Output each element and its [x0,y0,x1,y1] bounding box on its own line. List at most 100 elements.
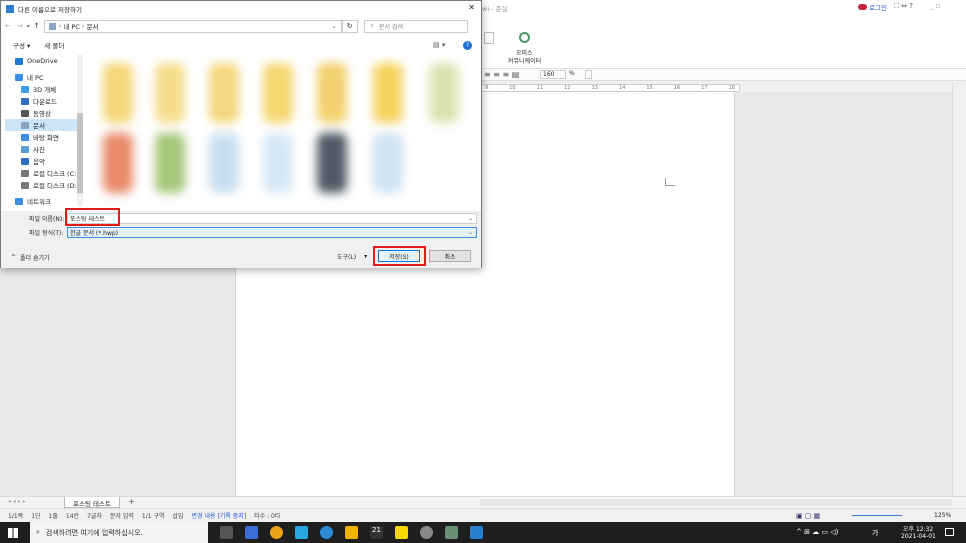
settings-icon[interactable] [420,526,433,539]
status-item[interactable]: 타수 : 0타 [254,511,280,520]
file-item[interactable] [263,133,293,193]
sort-icon[interactable] [484,32,494,44]
kakaotalk-icon[interactable] [395,526,408,539]
view-mode-icons[interactable]: ▣ ▢ ▦ [796,512,820,520]
bird-icon[interactable] [295,526,308,539]
nav-item[interactable]: 문서 [5,119,83,131]
up-icon[interactable]: ↑ [34,22,40,30]
download-icon [21,97,29,105]
ruler-tick-label: 13 [591,85,598,91]
tools-button[interactable]: 도구(L) ▾ [337,252,367,261]
file-item[interactable] [373,133,403,193]
chevron-down-icon[interactable]: ⌄ [331,22,336,30]
status-item[interactable]: 1줄 [49,511,58,520]
back-icon[interactable]: ← [5,22,11,30]
status-bar: 1/1쪽 1단 1줄 14칸 7글자 문자 입력 1/1 구역 삽입 변경 내용 [기록 중지]… [0,508,966,522]
help-icon[interactable]: ? [463,40,472,50]
filetype-select[interactable]: 한글 문서 (*.hwp) ⌄ [67,227,477,238]
minimize-maximize-icon[interactable]: _ ▫ [930,2,940,10]
file-item[interactable] [155,133,185,193]
filename-field[interactable]: 포스팅 테스트 ⌄ [67,213,477,224]
nav-item[interactable]: 바탕 화면 [5,131,83,143]
nav-item[interactable]: 음악 [5,155,83,167]
address-row: ← → ▾ ↑ › 내 PC › 문서 ⌄ ↻ ⌕ 문서 검색 [5,19,479,33]
zoom-field[interactable]: 160 [540,70,566,79]
edge-icon[interactable] [320,526,333,539]
close-icon[interactable]: ✕ [468,3,475,12]
status-item[interactable]: 문자 입력 [110,511,134,520]
nav-item[interactable]: 내 PC [5,71,83,83]
folder-icon[interactable] [345,526,358,539]
tab-nav-arrows-icon[interactable]: ◂ ◂ ▸ ▸ [8,498,26,505]
vertical-scrollbar[interactable] [952,82,966,496]
windows-start-icon[interactable] [8,527,18,538]
nav-item[interactable]: 동영상 [5,107,83,119]
status-item[interactable]: 1단 [31,511,40,520]
zoom-slider[interactable] [852,515,902,516]
file-item[interactable] [263,63,293,123]
file-item[interactable] [155,63,185,123]
cancel-button[interactable]: 취소 [429,250,471,262]
office-communicator-icon[interactable] [519,32,530,43]
hide-folders-toggle[interactable]: ^ 폴더 숨기기 [11,253,50,262]
file-item[interactable] [103,63,133,123]
file-list[interactable] [85,55,479,207]
forward-icon[interactable]: → [17,22,23,30]
ime-indicator[interactable]: 가 [872,528,878,538]
new-folder-button[interactable]: 새 폴더 [44,40,64,50]
hangul-icon[interactable] [470,526,483,539]
login-link[interactable]: 로그인 [869,2,887,12]
status-item[interactable]: 1/1 구역 [142,511,165,520]
breadcrumb[interactable]: › 내 PC › 문서 ⌄ [43,19,342,33]
refresh-icon[interactable]: ↻ [341,19,358,33]
ruler-tick-label: 10 [509,85,516,91]
nav-item[interactable]: 사진 [5,143,83,155]
clock-date[interactable]: 2021-04-01 [901,533,936,540]
nav-item[interactable]: 로컬 디스크 (C:) [5,167,83,179]
chrome-icon[interactable] [270,526,283,539]
recent-dropdown-icon[interactable]: ▾ [27,23,30,30]
file-item[interactable] [317,63,347,123]
nav-item[interactable]: OneDrive [5,55,83,67]
app-21-icon[interactable]: 21 [370,526,383,539]
taskbar-search[interactable]: ⌕ 검색하려면 여기에 입력하십시오. [30,522,208,543]
file-item[interactable] [317,133,347,193]
file-item[interactable] [373,63,403,123]
mail-icon[interactable] [245,526,258,539]
task-view-icon[interactable] [220,526,233,539]
file-item[interactable] [103,133,133,193]
nav-item[interactable]: 로컬 디스크 (D:) [5,179,83,191]
tab-posting-test[interactable]: 포스팅 테스트 [64,497,120,508]
nav-item[interactable]: 다운로드 [5,95,83,107]
align-icons[interactable]: ≡ ≡ ≡ ▤ [484,70,519,79]
ribbon-label-communicator: 커뮤니케이터 [508,58,542,65]
dialog-title: 다른 이름으로 저장하기 [18,5,82,14]
breadcrumb-pc[interactable]: 내 PC [63,21,80,31]
status-item[interactable]: 1/1쪽 [8,511,23,520]
search-input[interactable]: ⌕ 문서 검색 [363,19,468,33]
nav-item[interactable]: 네트워크 [5,195,83,207]
tray-icons[interactable]: ^ ⊞ ☁ ▭ ◁) [796,528,838,536]
notification-icon[interactable] [945,528,954,536]
breadcrumb-documents[interactable]: 문서 [87,21,99,31]
add-tab-button[interactable]: + [128,497,135,506]
ruler-tick-label: 14 [618,85,626,91]
chevron-down-icon[interactable]: ⌄ [468,215,473,222]
file-item[interactable] [429,63,459,123]
status-item[interactable]: 삽입 [173,511,184,520]
file-item[interactable] [209,63,239,123]
status-item[interactable]: 7글자 [87,511,102,520]
zoom-spinner[interactable] [585,70,592,79]
nav-item[interactable]: 3D 개체 [5,83,83,95]
view-options-icon[interactable]: ▤ ▾ [433,41,445,49]
clock-time[interactable]: 오후 12:32 [903,524,933,533]
window-controls-icon[interactable]: ⛶ ⇔ ? [894,2,913,11]
chevron-down-icon[interactable]: ⌄ [468,229,473,236]
status-item[interactable]: 변경 내용 [기록 중지] [192,511,247,520]
nav-scrollbar[interactable] [77,55,83,207]
organize-button[interactable]: 구성 ▾ [13,40,30,50]
status-item[interactable]: 14칸 [66,511,79,520]
file-item[interactable] [209,133,239,193]
app-icon[interactable] [445,526,458,539]
horizontal-scrollbar[interactable] [480,499,952,506]
